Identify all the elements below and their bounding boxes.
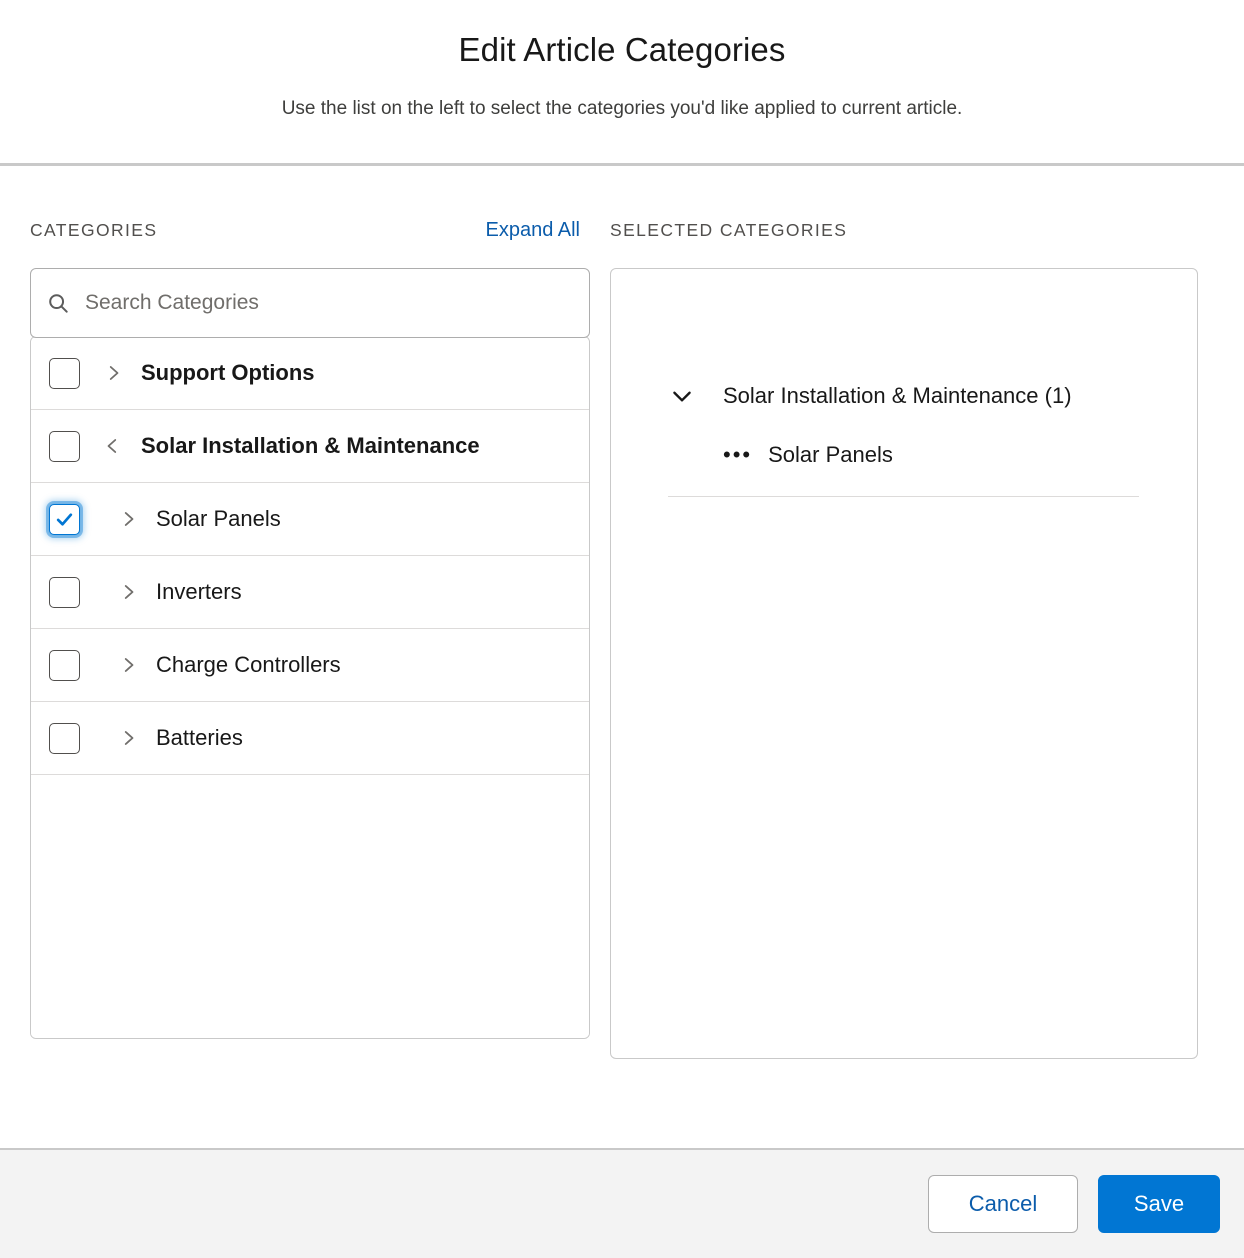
page-title: Edit Article Categories <box>458 31 786 68</box>
chevron-right-icon[interactable] <box>118 728 138 748</box>
categories-tree: Support Options Solar Installation & Mai… <box>30 336 590 1039</box>
ellipsis-icon: ••• <box>723 442 753 467</box>
chevron-down-icon[interactable] <box>669 383 695 409</box>
categories-header: CATEGORIES Expand All <box>30 218 590 250</box>
tree-row-label: Inverters <box>156 579 242 604</box>
tree-row-label: Charge Controllers <box>156 652 341 677</box>
selected-child-row[interactable]: ••• Solar Panels <box>611 426 1197 470</box>
selected-child-label: Solar Panels <box>768 442 893 467</box>
category-checkbox[interactable] <box>49 503 80 535</box>
category-checkbox[interactable] <box>49 722 80 754</box>
tree-row-label: Support Options <box>141 360 315 385</box>
chevron-left-icon[interactable] <box>103 436 123 456</box>
selected-categories-label: SELECTED CATEGORIES <box>610 220 848 240</box>
tree-row[interactable]: Batteries <box>31 702 589 775</box>
tree-row-label: Solar Panels <box>156 506 281 531</box>
categories-panel: CATEGORIES Expand All Support <box>0 218 610 1039</box>
tree-row-label: Batteries <box>156 725 243 750</box>
tree-row[interactable]: Charge Controllers <box>31 629 589 702</box>
cancel-button[interactable]: Cancel <box>928 1175 1078 1233</box>
tree-row[interactable]: Support Options <box>31 337 589 410</box>
chevron-right-icon[interactable] <box>118 582 138 602</box>
tree-empty-area <box>31 775 589 1038</box>
tree-row[interactable]: Solar Installation & Maintenance <box>31 410 589 483</box>
search-icon <box>47 292 69 314</box>
selected-parent-row[interactable]: Solar Installation & Maintenance (1) <box>611 365 1197 426</box>
search-box[interactable] <box>30 268 590 338</box>
page-subtitle: Use the list on the left to select the c… <box>281 98 963 119</box>
categories-label: CATEGORIES <box>30 220 158 240</box>
category-checkbox[interactable] <box>49 430 80 462</box>
modal-header: Edit Article Categories Use the list on … <box>0 0 1244 163</box>
selected-categories-panel: SELECTED CATEGORIES Solar Installation &… <box>610 218 1244 1059</box>
chevron-right-icon[interactable] <box>103 363 123 383</box>
chevron-right-icon[interactable] <box>118 509 138 529</box>
search-input[interactable] <box>85 289 573 317</box>
expand-all-link[interactable]: Expand All <box>485 218 590 242</box>
selected-categories-header: SELECTED CATEGORIES <box>610 218 1198 250</box>
category-checkbox[interactable] <box>49 649 80 681</box>
selected-categories-box: Solar Installation & Maintenance (1) •••… <box>610 268 1198 1059</box>
category-checkbox[interactable] <box>49 357 80 389</box>
category-checkbox[interactable] <box>49 576 80 608</box>
chevron-right-icon[interactable] <box>118 655 138 675</box>
save-button[interactable]: Save <box>1098 1175 1220 1233</box>
tree-row[interactable]: Inverters <box>31 556 589 629</box>
modal-footer: Cancel Save <box>0 1148 1244 1258</box>
tree-row[interactable]: Solar Panels <box>31 483 589 556</box>
modal-body: CATEGORIES Expand All Support <box>0 166 1244 1151</box>
selected-parent-label: Solar Installation & Maintenance (1) <box>723 383 1072 408</box>
selected-divider <box>668 496 1139 497</box>
tree-row-label: Solar Installation & Maintenance <box>141 433 480 458</box>
